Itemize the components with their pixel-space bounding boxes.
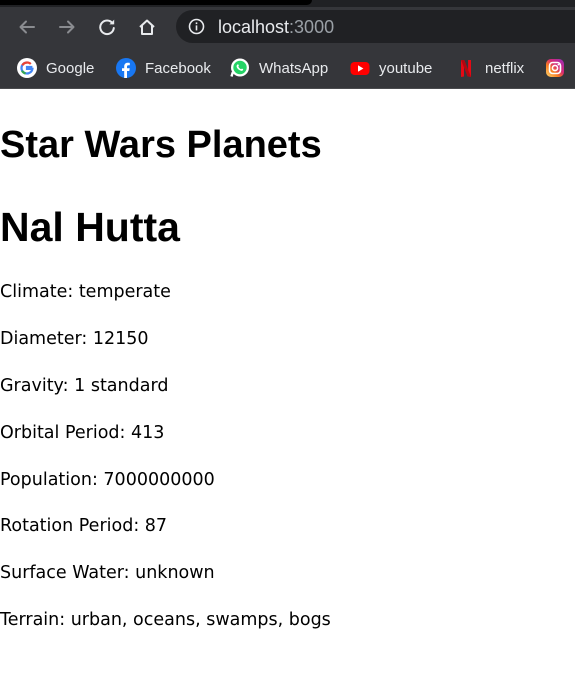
bookmark-label: Facebook — [145, 59, 211, 77]
back-button[interactable] — [14, 14, 40, 40]
attr-value: 1 standard — [74, 376, 169, 396]
attr-label: Gravity — [0, 376, 63, 396]
attr-value: 12150 — [92, 329, 149, 349]
planet-climate: Climate: temperate — [0, 282, 171, 302]
instagram-icon — [545, 58, 565, 78]
arrow-left-icon — [19, 20, 35, 34]
planet-name: Nal Hutta — [0, 204, 180, 250]
attr-value: 87 — [144, 516, 168, 536]
bookmark-whatsapp[interactable]: WhatsApp — [230, 57, 328, 79]
bookmark-label: youtube — [379, 59, 433, 77]
attr-label: Orbital Period — [0, 423, 120, 443]
whatsapp-icon — [230, 58, 250, 78]
info-icon[interactable] — [188, 18, 205, 35]
planet-rotation-period: Rotation Period: 87 — [0, 516, 168, 536]
planet-terrain: Terrain: urban, oceans, swamps, bogs — [0, 610, 331, 630]
bookmark-instagram[interactable] — [545, 57, 574, 79]
browser-toolbar: localhost:3000 — [0, 7, 575, 48]
attr-value: temperate — [78, 282, 171, 302]
google-icon — [17, 58, 37, 78]
url-port: :3000 — [289, 17, 335, 37]
planet-orbital-period: Orbital Period: 413 — [0, 423, 165, 443]
bookmark-google[interactable]: Google — [17, 57, 94, 79]
home-button[interactable] — [134, 14, 160, 40]
reload-button[interactable] — [94, 14, 120, 40]
attr-value: 413 — [131, 423, 165, 443]
attr-label: Rotation Period — [0, 516, 134, 536]
attr-value: urban, oceans, swamps, bogs — [70, 610, 331, 630]
page-content: Star Wars Planets Nal Hutta Climate: tem… — [0, 89, 575, 682]
planet-surface-water: Surface Water: unknown — [0, 563, 215, 583]
attr-value: unknown — [135, 563, 215, 583]
url-host: localhost — [218, 17, 290, 37]
attr-value: 7000000000 — [103, 470, 215, 490]
bookmark-facebook[interactable]: Facebook — [116, 57, 211, 79]
bookmark-youtube[interactable]: youtube — [350, 57, 432, 79]
forward-button[interactable] — [54, 14, 80, 40]
bookmark-label: netflix — [485, 59, 525, 77]
window-top-strip — [0, 0, 575, 7]
planet-gravity: Gravity: 1 standard — [0, 376, 169, 396]
url-text[interactable]: localhost:3000 — [218, 17, 334, 37]
attr-label: Terrain — [0, 610, 60, 630]
attr-label: Diameter — [0, 329, 82, 349]
home-icon — [139, 19, 155, 35]
address-bar[interactable]: localhost:3000 — [176, 10, 575, 43]
bookmark-label: Google — [46, 59, 95, 77]
page-title: Star Wars Planets — [0, 124, 322, 166]
facebook-icon — [116, 58, 136, 78]
youtube-icon — [350, 58, 370, 78]
planet-population: Population: 7000000000 — [0, 470, 215, 490]
bookmark-netflix[interactable]: netflix — [456, 57, 524, 79]
attr-label: Surface Water — [0, 563, 124, 583]
arrow-right-icon — [59, 20, 75, 34]
attr-label: Population — [0, 470, 92, 490]
bookmark-label: WhatsApp — [259, 59, 329, 77]
reload-icon — [99, 19, 115, 36]
bookmarks-bar: Google Facebook WhatsApp youtube netflix — [0, 48, 575, 89]
active-tab-edge[interactable] — [0, 0, 312, 5]
planet-diameter: Diameter: 12150 — [0, 329, 149, 349]
netflix-icon — [456, 58, 476, 78]
attr-label: Climate — [0, 282, 68, 302]
